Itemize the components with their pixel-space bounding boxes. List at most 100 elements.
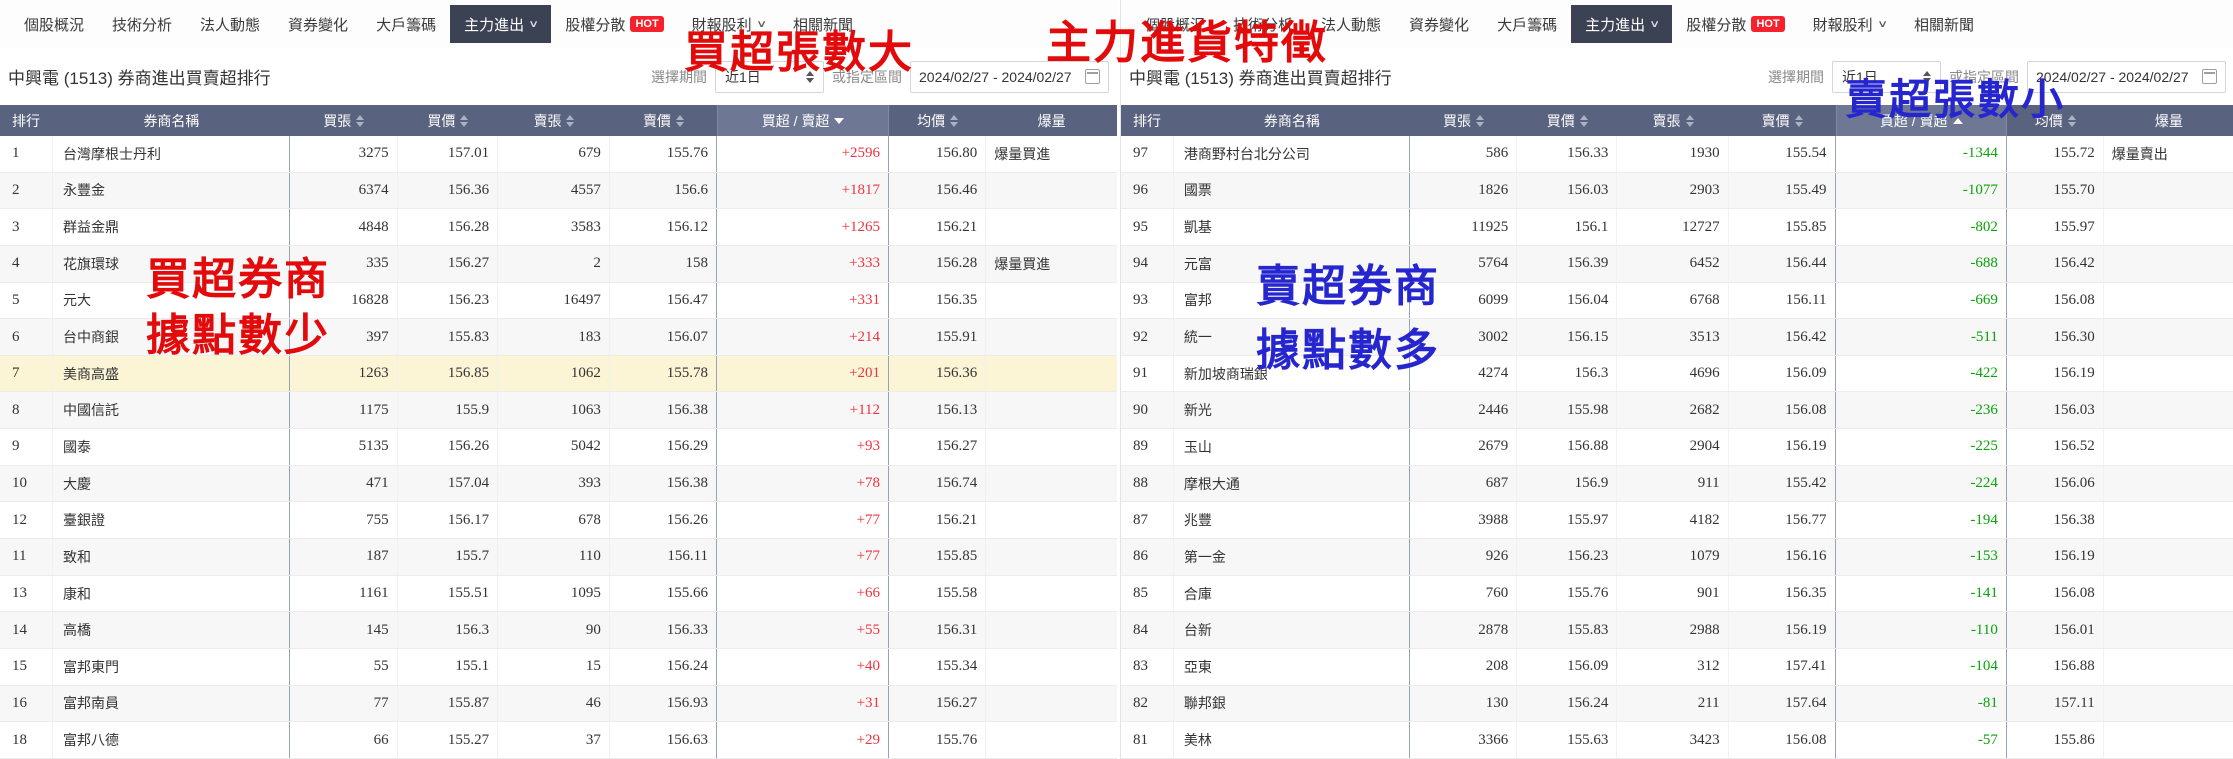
net-cell: -802 <box>1836 209 2007 245</box>
nav-tab-4[interactable]: 大戶籌碼 <box>1483 5 1571 43</box>
burst-cell <box>986 722 1117 758</box>
avg-price-cell: 156.21 <box>889 502 987 539</box>
table-row[interactable]: 4 花旗環球 335 156.27 2 158 +333 156.28 爆量買進 <box>0 245 1117 283</box>
broker-name-cell: 港商野村台北分公司 <box>1174 136 1410 172</box>
nav-tab-6[interactable]: 股權分散 HOT <box>1672 5 1798 43</box>
table-row[interactable]: 2 永豐金 6374 156.36 4557 156.6 +1817 156.46 <box>0 172 1117 210</box>
nav-tab-3[interactable]: 資券變化 <box>274 5 362 43</box>
period-select[interactable]: 近1日 <box>1832 60 1941 93</box>
col-header-8[interactable]: 均價 <box>889 105 986 136</box>
table-row[interactable]: 95 凱基 11925 156.1 12727 155.85 -802 155.97 <box>1121 209 2233 246</box>
avg-price-cell: 156.80 <box>889 136 987 172</box>
table-row[interactable]: 8 中國信託 1175 155.9 1063 156.38 +112 156.13 <box>0 392 1117 430</box>
col-header-6[interactable]: 賣價 <box>610 105 717 136</box>
burst-cell <box>986 283 1117 319</box>
table-row[interactable]: 87 兆豐 3988 155.97 4182 156.77 -194 156.38 <box>1121 502 2233 540</box>
table-row[interactable]: 83 亞東 208 156.09 312 157.41 -104 156.88 <box>1121 648 2233 686</box>
buy-volume-cell: 1161 <box>290 575 398 612</box>
sell-volume-cell: 183 <box>498 319 610 355</box>
table-row[interactable]: 11 致和 187 155.7 110 156.11 +77 155.85 <box>0 539 1117 576</box>
rank-cell: 10 <box>0 465 54 502</box>
net-cell: +31 <box>717 685 890 722</box>
avg-price-cell: 156.21 <box>889 209 987 245</box>
avg-price-cell: 155.85 <box>889 539 987 575</box>
col-header-label: 均價 <box>2034 112 2063 129</box>
col-header-7[interactable]: 買超 / 賣超 <box>717 105 890 136</box>
nav-tab-8[interactable]: 相關新聞 <box>779 5 867 43</box>
nav-tab-7[interactable]: 財報股利 ∨ <box>1799 5 1900 43</box>
buy-volume-cell: 397 <box>290 319 398 355</box>
col-header-5[interactable]: 賣張 <box>1617 105 1728 136</box>
nav-tab-0[interactable]: 個股概況 <box>1131 5 1219 43</box>
sell-price-cell: 155.85 <box>1729 209 1836 245</box>
net-cell: -224 <box>1836 465 2007 502</box>
nav-tab-4[interactable]: 大戶籌碼 <box>362 5 450 43</box>
col-header-4[interactable]: 買價 <box>1517 105 1617 136</box>
table-row[interactable]: 91 新加坡商瑞銀 4274 156.3 4696 156.09 -422 156.19 <box>1121 355 2233 393</box>
nav-tab-7[interactable]: 財報股利 ∨ <box>678 5 779 43</box>
table-row[interactable]: 88 摩根大通 687 156.9 911 155.42 -224 156.06 <box>1121 465 2233 503</box>
table-row[interactable]: 10 大慶 471 157.04 393 156.38 +78 156.74 <box>0 465 1117 503</box>
nav-tab-5[interactable]: 主力進出 ∨ <box>450 5 552 43</box>
nav-tab-5[interactable]: 主力進出 ∨ <box>1571 5 1673 43</box>
table-row[interactable]: 96 國票 1826 156.03 2903 155.49 -1077 155.70 <box>1121 172 2233 210</box>
nav-tab-3[interactable]: 資券變化 <box>1395 5 1483 43</box>
table-row[interactable]: 84 台新 2878 155.83 2988 156.19 -110 156.01 <box>1121 612 2233 649</box>
nav-tab-1[interactable]: 技術分析 <box>1219 5 1307 43</box>
broker-name-cell: 第一金 <box>1174 539 1410 575</box>
table-row[interactable]: 90 新光 2446 155.98 2682 156.08 -236 156.03 <box>1121 392 2233 430</box>
nav-tab-2[interactable]: 法人動態 <box>1307 5 1395 43</box>
rank-cell: 4 <box>0 245 54 282</box>
col-header-4[interactable]: 買價 <box>398 105 499 136</box>
avg-price-cell: 156.06 <box>2007 465 2104 502</box>
table-row[interactable]: 93 富邦 6099 156.04 6768 156.11 -669 156.08 <box>1121 282 2233 320</box>
table-row[interactable]: 94 元富 5764 156.39 6452 156.44 -688 156.42 <box>1121 245 2233 283</box>
rank-cell: 96 <box>1121 172 1174 209</box>
buy-price-cell: 156.3 <box>398 612 499 648</box>
table-row[interactable]: 92 統一 3002 156.15 3513 156.42 -511 156.30 <box>1121 319 2233 356</box>
table-row[interactable]: 6 台中商銀 397 155.83 183 156.07 +214 155.91 <box>0 319 1117 356</box>
burst-cell <box>2104 283 2233 319</box>
rank-cell: 3 <box>0 209 54 245</box>
table-row[interactable]: 5 元大 16828 156.23 16497 156.47 +331 156.35 <box>0 282 1117 320</box>
table-row[interactable]: 15 富邦東門 55 155.1 15 156.24 +40 155.34 <box>0 648 1117 686</box>
table-row[interactable]: 14 高橋 145 156.3 90 156.33 +55 156.31 <box>0 612 1117 649</box>
table-row[interactable]: 9 國泰 5135 156.26 5042 156.29 +93 156.27 <box>0 429 1117 466</box>
nav-tab-label: 財報股利 <box>691 16 752 34</box>
sell-volume-cell: 2682 <box>1617 392 1729 429</box>
date-range-input[interactable]: 2024/02/27 - 2024/02/27 <box>2027 60 2226 93</box>
nav-tab-2[interactable]: 法人動態 <box>186 5 274 43</box>
table-row[interactable]: 86 第一金 926 156.23 1079 156.16 -153 156.19 <box>1121 539 2233 576</box>
nav-tab-1[interactable]: 技術分析 <box>98 5 186 43</box>
table-row[interactable]: 16 富邦南員 77 155.87 46 156.93 +31 156.27 <box>0 685 1117 723</box>
select-updown-icon <box>1923 70 1931 83</box>
period-select[interactable]: 近1日 <box>715 60 824 93</box>
col-header-3[interactable]: 買張 <box>290 105 398 136</box>
sell-volume-cell: 679 <box>498 136 610 172</box>
period-label: 選擇期間 <box>1768 68 1824 85</box>
nav-tab-label: 個股概況 <box>1145 16 1206 34</box>
col-header-8[interactable]: 均價 <box>2007 105 2104 136</box>
rank-cell: 7 <box>0 355 54 392</box>
table-row[interactable]: 18 富邦八德 66 155.27 37 156.63 +29 155.76 <box>0 722 1117 759</box>
sell-volume-cell: 1063 <box>498 392 610 429</box>
table-row[interactable]: 82 聯邦銀 130 156.24 211 157.64 -81 157.11 <box>1121 685 2233 723</box>
table-row[interactable]: 1 台灣摩根士丹利 3275 157.01 679 155.76 +2596 156.80 爆量… <box>0 136 1117 173</box>
nav-tab-6[interactable]: 股權分散 HOT <box>551 5 677 43</box>
sell-price-cell: 156.63 <box>610 722 718 758</box>
nav-tab-8[interactable]: 相關新聞 <box>1900 5 1988 43</box>
table-row[interactable]: 81 美林 3366 155.63 3423 156.08 -57 155.86 <box>1121 722 2233 759</box>
table-row[interactable]: 7 美商高盛 1263 156.85 1062 155.78 +201 156.36 <box>0 355 1117 393</box>
table-row[interactable]: 3 群益金鼎 4848 156.28 3583 156.12 +1265 156.21 <box>0 209 1117 246</box>
table-row[interactable]: 97 港商野村台北分公司 586 156.33 1930 155.54 -1344 155.7… <box>1121 136 2233 173</box>
col-header-6[interactable]: 賣價 <box>1729 105 1836 136</box>
col-header-3[interactable]: 買張 <box>1410 105 1517 136</box>
col-header-7[interactable]: 買超 / 賣超 <box>1835 105 2007 136</box>
table-row[interactable]: 13 康和 1161 155.51 1095 155.66 +66 155.58 <box>0 575 1117 613</box>
nav-tab-0[interactable]: 個股概況 <box>10 5 98 43</box>
table-row[interactable]: 85 合庫 760 155.76 901 156.35 -141 156.08 <box>1121 575 2233 613</box>
date-range-input[interactable]: 2024/02/27 - 2024/02/27 <box>910 60 1109 93</box>
col-header-5[interactable]: 賣張 <box>498 105 610 136</box>
table-row[interactable]: 89 玉山 2679 156.88 2904 156.19 -225 156.52 <box>1121 429 2233 466</box>
table-row[interactable]: 12 臺銀證 755 156.17 678 156.26 +77 156.21 <box>0 502 1117 540</box>
